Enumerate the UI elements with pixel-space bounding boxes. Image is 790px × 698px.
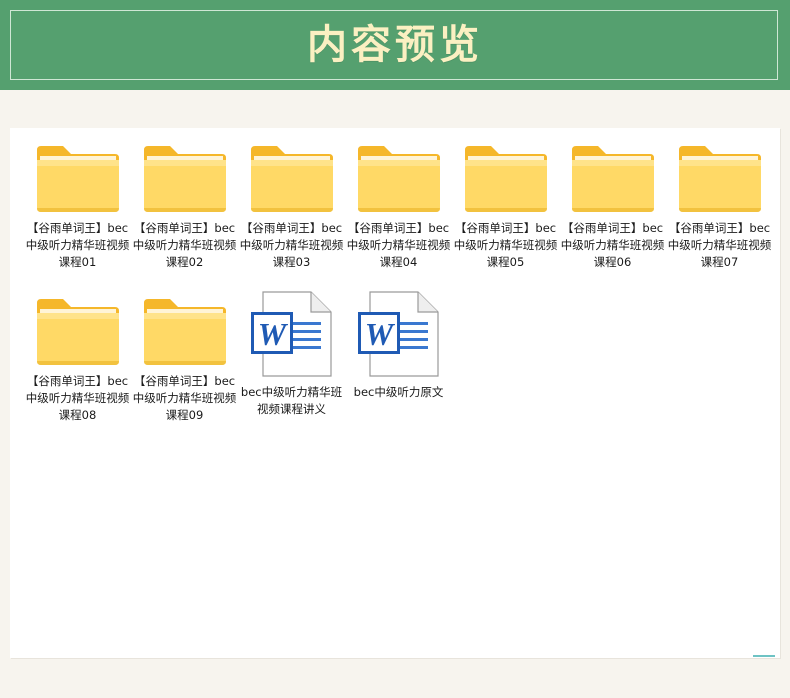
word-document-item[interactable]: W bec中级听力精华班视频课程讲义 (238, 290, 345, 418)
page-title: 内容预览 (307, 21, 483, 68)
folder-label: 【谷雨单词王】bec中级听力精华班视频课程07 (667, 221, 772, 269)
folder-item[interactable]: 【谷雨单词王】bec中级听力精华班视频课程03 (238, 144, 345, 271)
folder-icon (143, 146, 226, 212)
folder-item[interactable]: 【谷雨单词王】bec中级听力精华班视频课程02 (131, 144, 238, 271)
panel-accent-line (753, 655, 775, 657)
document-label: bec中级听力原文 (353, 385, 444, 399)
folder-label: 【谷雨单词王】bec中级听力精华班视频课程04 (346, 221, 451, 269)
folder-item[interactable]: 【谷雨单词王】bec中级听力精华班视频课程06 (559, 144, 666, 271)
folder-label: 【谷雨单词王】bec中级听力精华班视频课程02 (132, 221, 237, 269)
folder-icon (250, 146, 333, 212)
folder-label: 【谷雨单词王】bec中级听力精华班视频课程05 (453, 221, 558, 269)
folder-icon (678, 146, 761, 212)
word-document-icon: W (250, 291, 332, 377)
folder-icon (36, 146, 119, 212)
folder-item[interactable]: 【谷雨单词王】bec中级听力精华班视频课程07 (666, 144, 773, 271)
header-banner: 内容预览 (0, 0, 790, 90)
folder-label: 【谷雨单词王】bec中级听力精华班视频课程06 (560, 221, 665, 269)
svg-text:W: W (257, 316, 288, 352)
folder-label: 【谷雨单词王】bec中级听力精华班视频课程09 (132, 374, 237, 422)
folder-icon (571, 146, 654, 212)
folder-icon (143, 299, 226, 365)
folder-label: 【谷雨单词王】bec中级听力精华班视频课程08 (25, 374, 130, 422)
word-document-icon: W (357, 291, 439, 377)
folder-icon (357, 146, 440, 212)
folder-icon (36, 299, 119, 365)
word-document-item[interactable]: W bec中级听力原文 (345, 290, 452, 401)
folder-item[interactable]: 【谷雨单词王】bec中级听力精华班视频课程05 (452, 144, 559, 271)
folder-icon (464, 146, 547, 212)
folder-label: 【谷雨单词王】bec中级听力精华班视频课程01 (25, 221, 130, 269)
document-label: bec中级听力精华班视频课程讲义 (240, 385, 343, 416)
folder-label: 【谷雨单词王】bec中级听力精华班视频课程03 (239, 221, 344, 269)
folder-item[interactable]: 【谷雨单词王】bec中级听力精华班视频课程08 (24, 297, 131, 424)
svg-text:W: W (364, 316, 395, 352)
folder-item[interactable]: 【谷雨单词王】bec中级听力精华班视频课程01 (24, 144, 131, 271)
folder-item[interactable]: 【谷雨单词王】bec中级听力精华班视频课程09 (131, 297, 238, 424)
folder-item[interactable]: 【谷雨单词王】bec中级听力精华班视频课程04 (345, 144, 452, 271)
